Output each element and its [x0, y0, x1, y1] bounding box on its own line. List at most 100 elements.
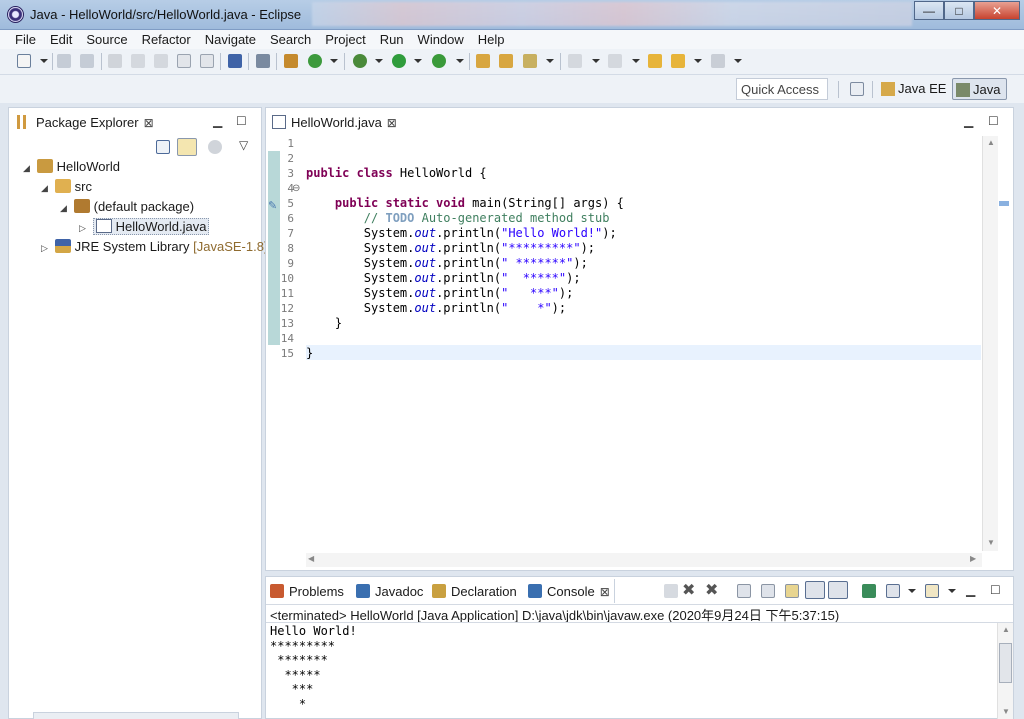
open-perspective-icon[interactable]	[850, 82, 864, 96]
menu-project[interactable]: Project	[318, 30, 372, 49]
debug-icon[interactable]	[353, 54, 367, 68]
minimize-editor-icon[interactable]: ▁	[964, 114, 973, 128]
menu-run[interactable]: Run	[373, 30, 411, 49]
show-console-on-output-icon[interactable]	[805, 581, 825, 599]
prev-edit-dropdown-icon[interactable]	[632, 59, 640, 63]
tab-declaration[interactable]: Declaration	[432, 579, 517, 603]
editor-horizontal-scrollbar[interactable]: ◀ ▶	[306, 553, 982, 567]
scroll-right-icon[interactable]: ▶	[970, 554, 976, 563]
tree-item-jre[interactable]: ▷ JRE System Library [JavaSE-1.8]	[41, 239, 268, 257]
next-edit-dropdown-icon[interactable]	[592, 59, 600, 63]
show-whitespace-icon[interactable]	[200, 54, 214, 68]
scroll-up-icon[interactable]: ▲	[987, 138, 995, 147]
minimize-console-icon[interactable]: ▁	[966, 583, 975, 597]
tree-item-helloworld-java[interactable]: ▷ HelloWorld.java	[79, 218, 210, 237]
perspective-java[interactable]: Java	[952, 78, 1008, 100]
overview-ruler-marker[interactable]	[999, 201, 1009, 206]
expand-arrow-icon[interactable]: ▷	[79, 223, 89, 234]
next-annotation-icon[interactable]	[154, 54, 168, 68]
terminal-icon[interactable]	[228, 54, 242, 68]
console-vertical-scrollbar[interactable]: ▲ ▼	[997, 623, 1013, 719]
open-console-icon[interactable]	[925, 584, 939, 598]
menu-refactor[interactable]: Refactor	[135, 30, 198, 49]
debug-dropdown-icon[interactable]	[375, 59, 383, 63]
minimize-button[interactable]: —	[914, 1, 944, 20]
menu-navigate[interactable]: Navigate	[198, 30, 263, 49]
display-console-dropdown-icon[interactable]	[908, 589, 916, 593]
menu-edit[interactable]: Edit	[43, 30, 79, 49]
external-tools-icon[interactable]	[432, 54, 446, 68]
quick-access-input[interactable]: Quick Access	[736, 78, 828, 100]
scroll-left-icon[interactable]: ◀	[308, 554, 314, 563]
remove-launch-icon[interactable]: ✖	[682, 580, 695, 600]
scroll-down-icon[interactable]: ▼	[987, 538, 995, 547]
collapse-arrow-icon[interactable]: ◢	[41, 183, 51, 194]
run-icon[interactable]	[392, 54, 406, 68]
expand-arrow-icon[interactable]: ▷	[41, 243, 51, 254]
collapse-arrow-icon[interactable]: ◢	[60, 203, 70, 214]
open-type-icon[interactable]	[284, 54, 298, 68]
forward-icon[interactable]	[711, 54, 725, 68]
back-dropdown-icon[interactable]	[694, 59, 702, 63]
collapse-arrow-icon[interactable]: ◢	[23, 163, 33, 174]
save-all-icon[interactable]	[80, 54, 94, 68]
new-java-project-icon[interactable]	[476, 54, 490, 68]
back-icon[interactable]	[671, 54, 685, 68]
terminate-icon[interactable]	[664, 584, 678, 598]
horizontal-scrollbar[interactable]	[33, 712, 239, 719]
pin-console-icon[interactable]	[862, 584, 876, 598]
tab-problems[interactable]: Problems	[270, 579, 344, 603]
next-edit-icon[interactable]	[568, 54, 582, 68]
close-icon[interactable]: ⊠	[600, 585, 610, 599]
editor-vertical-scrollbar[interactable]: ▲ ▼	[982, 136, 998, 551]
close-button[interactable]: ✕	[974, 1, 1020, 20]
menu-search[interactable]: Search	[263, 30, 318, 49]
tree-item-default-package[interactable]: ◢ (default package)	[60, 199, 194, 217]
pin-icon[interactable]	[108, 54, 122, 68]
edit-icon[interactable]	[131, 54, 145, 68]
fold-icon[interactable]: ⊖	[292, 183, 300, 194]
word-wrap-icon[interactable]	[785, 584, 799, 598]
show-console-on-error-icon[interactable]	[828, 581, 848, 599]
tab-helloworld-java[interactable]: HelloWorld.java ⊠	[272, 110, 397, 134]
view-menu-icon[interactable]: ▽	[239, 138, 248, 152]
maximize-console-icon[interactable]: ☐	[990, 583, 1001, 597]
refresh-icon[interactable]	[308, 54, 322, 68]
maximize-view-icon[interactable]: ☐	[236, 114, 247, 128]
save-icon[interactable]	[57, 54, 71, 68]
prev-edit-icon[interactable]	[608, 54, 622, 68]
tab-package-explorer[interactable]: Package Explorer ⊠	[17, 110, 154, 134]
collapse-all-icon[interactable]	[156, 140, 170, 154]
clear-console-icon[interactable]	[737, 584, 751, 598]
run-dropdown-icon[interactable]	[414, 59, 422, 63]
new-dropdown-icon[interactable]	[40, 59, 48, 63]
close-icon[interactable]: ⊠	[144, 116, 154, 130]
selected-item[interactable]: HelloWorld.java	[92, 218, 210, 235]
search-icon[interactable]	[523, 54, 537, 68]
new-icon[interactable]	[17, 54, 31, 68]
last-edit-icon[interactable]	[648, 54, 662, 68]
tab-javadoc[interactable]: Javadoc	[356, 579, 423, 603]
scroll-thumb[interactable]	[999, 643, 1012, 683]
tree-item-src[interactable]: ◢ src	[41, 179, 92, 197]
menu-file[interactable]: File	[8, 30, 43, 49]
menu-source[interactable]: Source	[79, 30, 134, 49]
skip-breakpoints-icon[interactable]	[256, 54, 270, 68]
maximize-button[interactable]: □	[944, 1, 974, 20]
menu-help[interactable]: Help	[471, 30, 512, 49]
scroll-up-icon[interactable]: ▲	[1002, 625, 1010, 634]
close-icon[interactable]: ⊠	[387, 116, 397, 130]
toggle-block-icon[interactable]	[177, 54, 191, 68]
maximize-editor-icon[interactable]: ☐	[988, 114, 999, 128]
tree-item-project[interactable]: ◢ HelloWorld	[23, 159, 120, 177]
external-tools-dropdown-icon[interactable]	[456, 59, 464, 63]
focus-icon[interactable]	[208, 140, 222, 154]
menu-window[interactable]: Window	[411, 30, 471, 49]
scroll-lock-icon[interactable]	[761, 584, 775, 598]
perspective-java-ee[interactable]: Java EE	[878, 78, 952, 100]
tab-console[interactable]: Console ⊠	[528, 579, 615, 603]
display-selected-console-icon[interactable]	[886, 584, 900, 598]
scroll-down-icon[interactable]: ▼	[1002, 707, 1010, 716]
refresh-dropdown-icon[interactable]	[330, 59, 338, 63]
link-with-editor-icon[interactable]	[177, 138, 197, 156]
